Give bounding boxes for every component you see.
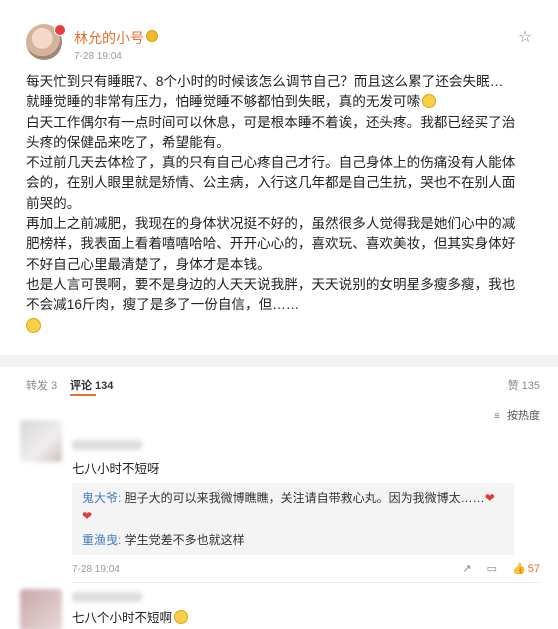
comment-actions: ↗ ▭ 👍 57 bbox=[450, 562, 540, 575]
reply-item: 重渔曳: 学生党差不多也就这样 bbox=[82, 531, 504, 549]
post-line-6: 也是人言可畏啊，要不是身边的人天天说我胖，天天说别的女明星多瘦多瘦，我也不会减1… bbox=[26, 276, 516, 313]
laugh-emoji-icon bbox=[422, 94, 437, 109]
like-button[interactable]: 👍 57 bbox=[512, 562, 540, 575]
heart-emoji-icon: ❤ bbox=[484, 491, 495, 505]
comment-avatar[interactable] bbox=[20, 589, 62, 629]
tab-like[interactable]: 赞 135 bbox=[508, 377, 540, 393]
favorite-star-icon[interactable]: ☆ bbox=[518, 30, 534, 46]
post-line-4: 不过前几天去体检了，真的只有自己心疼自己才行。自己身体上的伤痛没有人能体会的，在… bbox=[26, 155, 516, 211]
comment-text: 七八个小时不短啊 bbox=[72, 607, 189, 626]
section-divider bbox=[0, 355, 558, 367]
comment-meta: 7-28 19:04 ↗ ▭ 👍 57 bbox=[72, 562, 540, 578]
post-line-5: 再加上之前减肥，我现在的身体状况挺不好的，虽然很多人觉得我是她们心中的减肥榜样，… bbox=[26, 216, 516, 272]
comment-username-blurred bbox=[72, 440, 142, 450]
reply-username[interactable]: 重渔曳: bbox=[82, 533, 121, 547]
post-line-3: 白天工作偶尔有一点时间可以休息，可是根本睡不着诶，还头疼。我都已经买了治头疼的保… bbox=[26, 114, 516, 150]
reply-username[interactable]: 鬼大爷: bbox=[82, 491, 121, 505]
post-line-1: 每天忙到只有睡眠7、8个小时的时候该怎么调节自己？而且这么累了还会失眠… bbox=[26, 74, 504, 89]
reply-box[interactable]: 鬼大爷: 胆子大的可以来我微博瞧瞧，关注请自带救心丸。因为我微博太……❤❤ 重渔… bbox=[72, 483, 514, 555]
notification-badge-icon bbox=[54, 24, 66, 36]
post-header: 林允的小号 7-28 19:04 ☆ bbox=[26, 24, 542, 68]
reply-text: 胆子大的可以来我微博瞧瞧，关注请自带救心丸。因为我微博太…… bbox=[121, 491, 485, 505]
post-time: 7-28 19:04 bbox=[74, 51, 122, 62]
post-username[interactable]: 林允的小号 bbox=[74, 28, 144, 48]
comment-divider bbox=[72, 582, 540, 583]
laugh-emoji-icon bbox=[174, 610, 189, 624]
post-line-2: 就睡觉睡的非常有压力，怕睡觉睡不够都怕到失眠，真的无发可嗦 bbox=[26, 92, 518, 112]
heart-emoji-icon: ❤ bbox=[82, 509, 93, 523]
laugh-emoji-icon bbox=[26, 317, 41, 333]
comment-time: 7-28 19:04 bbox=[72, 564, 120, 575]
sort-toggle[interactable]: ≡ 按热度 bbox=[494, 407, 540, 423]
share-icon[interactable]: ↗ bbox=[462, 562, 471, 575]
post-body: 每天忙到只有睡眠7、8个小时的时候该怎么调节自己？而且这么累了还会失眠… 就睡觉… bbox=[26, 72, 518, 333]
reply-text: 学生党差不多也就这样 bbox=[121, 533, 245, 547]
tab-comment[interactable]: 评论 134 bbox=[70, 377, 113, 393]
active-tab-indicator bbox=[70, 394, 96, 396]
sort-icon: ≡ bbox=[494, 411, 500, 422]
reply-icon[interactable]: ▭ bbox=[487, 562, 497, 575]
tab-repost[interactable]: 转发 3 bbox=[26, 377, 57, 393]
comment-username-blurred bbox=[72, 592, 142, 602]
comment-avatar[interactable] bbox=[20, 420, 62, 462]
reply-item: 鬼大爷: 胆子大的可以来我微博瞧瞧，关注请自带救心丸。因为我微博太……❤❤ bbox=[82, 489, 504, 525]
vip-badge-icon bbox=[146, 30, 158, 42]
like-count: 57 bbox=[527, 563, 540, 575]
sort-label: 按热度 bbox=[507, 410, 540, 422]
comment-text: 七八小时不短呀 bbox=[72, 462, 160, 476]
post-tabs: 转发 3 评论 134 赞 135 bbox=[26, 374, 540, 396]
